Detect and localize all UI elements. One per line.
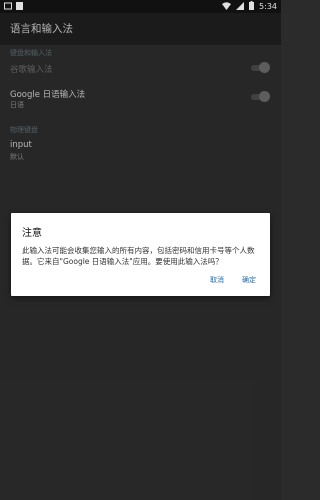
input-method-warning-dialog: 注意 此输入法可能会收集您输入的所有内容，包括密码和信用卡号等个人数据。它来自"… — [11, 213, 270, 296]
dialog-title: 注意 — [22, 228, 42, 239]
dialog-message: 此输入法可能会收集您输入的所有内容，包括密码和信用卡号等个人数据。它来自"Goo… — [22, 246, 255, 266]
ok-button[interactable]: 确定 — [242, 275, 256, 285]
cancel-button[interactable]: 取消 — [210, 275, 224, 285]
